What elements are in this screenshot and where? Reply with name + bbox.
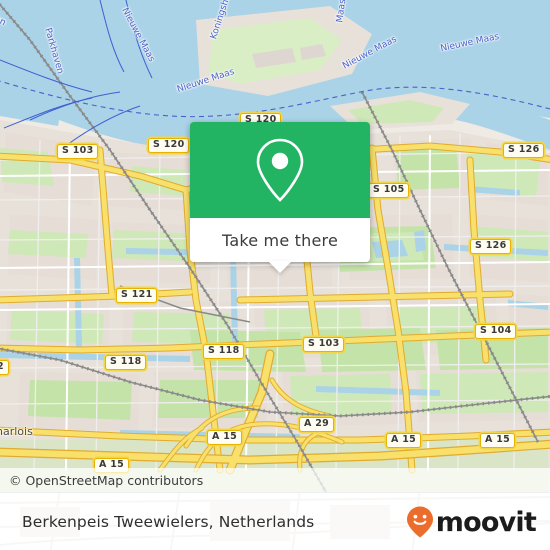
road-shield: A 15 [480,433,516,448]
road-shield: 2 [0,360,9,375]
popup-pointer [268,261,292,273]
moovit-brand-logo[interactable]: moovit [405,505,550,539]
road-shield: S 126 [470,239,512,254]
moovit-wordmark: moovit [435,506,537,538]
road-shield: S 126 [503,143,545,158]
map-pin-icon [256,138,304,202]
road-shield: A 29 [299,417,335,432]
footer-bar: Berkenpeis Tweewielers, Netherlands moov… [0,492,550,550]
road-shield: S 120 [148,138,190,153]
map-canvas[interactable]: .urban{fill:#e7e1da} .urban2{fill:#ece7e… [0,0,550,492]
road-shield: S 121 [116,288,158,303]
road-shield: S 118 [105,355,147,370]
road-shield: S 105 [368,183,410,198]
popup-icon-area [190,122,370,218]
popup-action-area[interactable]: Take me there [190,218,370,273]
road-shield: S 118 [203,344,245,359]
road-shield: A 15 [207,430,243,445]
moovit-smiley-pin-icon [406,506,433,538]
road-shield: S 103 [303,337,345,352]
page-title: Berkenpeis Tweewielers, Netherlands [22,513,315,531]
take-me-there-label: Take me there [222,230,338,250]
attribution-text: © OpenStreetMap contributors [9,472,204,488]
road-shield: A 15 [386,433,422,448]
map-attribution-bar: © OpenStreetMap contributors [0,468,550,492]
moovit-map-screenshot: .urban{fill:#e7e1da} .urban2{fill:#ece7e… [0,0,550,550]
road-shield: S 103 [57,144,99,159]
road-shield: S 104 [475,324,517,339]
location-popup-card[interactable]: Take me there [190,122,370,273]
